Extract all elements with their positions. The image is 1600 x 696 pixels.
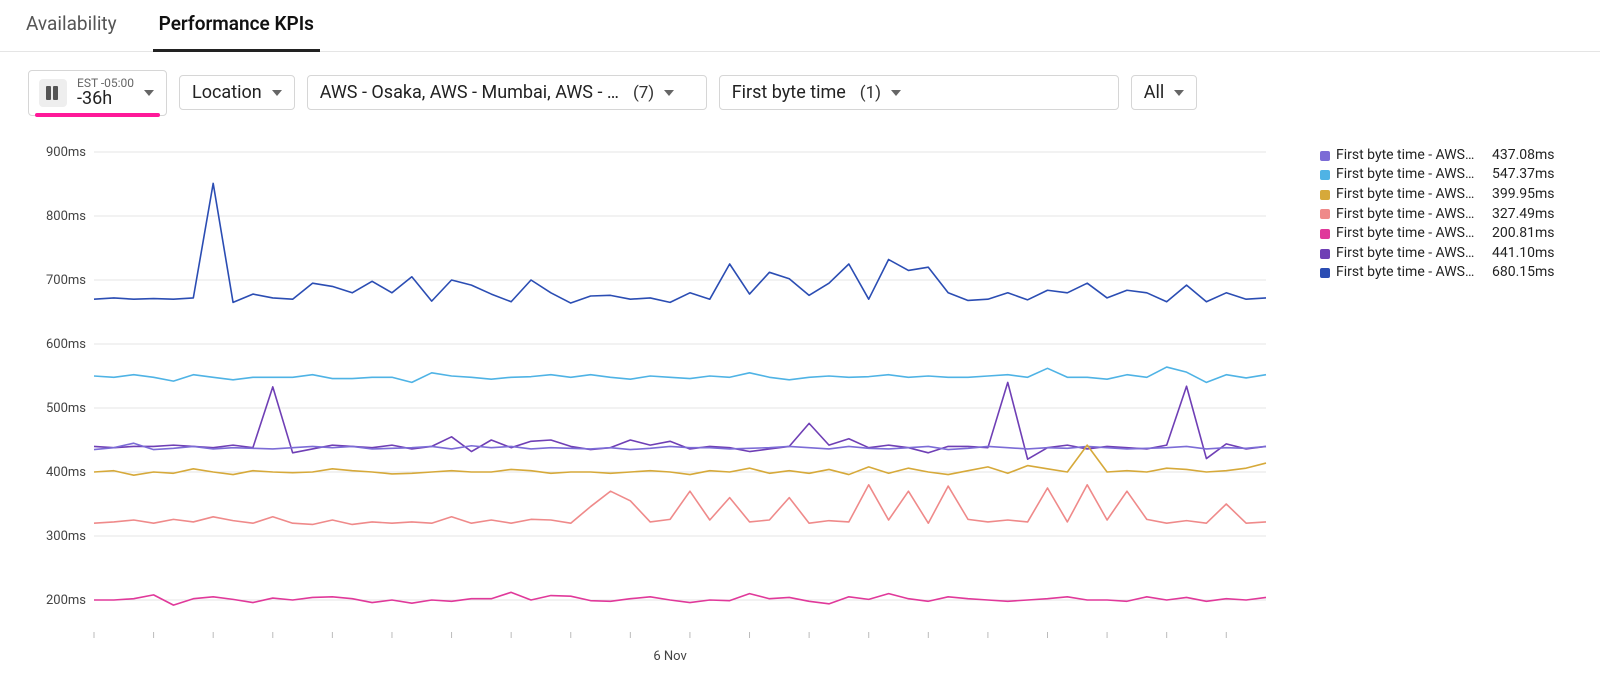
- legend-label: First byte time - AWS…: [1336, 224, 1486, 244]
- legend-swatch: [1320, 190, 1330, 200]
- legend-value: 680.15ms: [1492, 263, 1555, 283]
- chevron-down-icon: [272, 90, 282, 96]
- svg-text:6 Nov: 6 Nov: [653, 649, 687, 664]
- legend-item[interactable]: First byte time - AWS… 399.95ms: [1320, 185, 1590, 205]
- legend-swatch: [1320, 151, 1330, 161]
- time-range-selector[interactable]: EST -05:00 -36h: [28, 70, 167, 116]
- legend-swatch: [1320, 229, 1330, 239]
- legend-value: 327.49ms: [1492, 205, 1555, 225]
- columns-icon: [39, 79, 67, 107]
- legend-item[interactable]: First byte time - AWS… 200.81ms: [1320, 224, 1590, 244]
- location-value: AWS - Osaka, AWS - Mumbai, AWS - …: [320, 82, 619, 103]
- location-selector[interactable]: AWS - Osaka, AWS - Mumbai, AWS - … (7): [307, 75, 707, 110]
- legend-item[interactable]: First byte time - AWS… 327.49ms: [1320, 205, 1590, 225]
- metric-count: (1): [860, 83, 881, 103]
- scope-selector[interactable]: All: [1131, 75, 1198, 110]
- tab-availability[interactable]: Availability: [20, 0, 123, 52]
- legend-label: First byte time - AWS…: [1336, 244, 1486, 264]
- active-underline: [35, 113, 160, 117]
- tab-bar: Availability Performance KPIs: [0, 0, 1600, 52]
- legend-value: 399.95ms: [1492, 185, 1555, 205]
- controls-bar: EST -05:00 -36h Location AWS - Osaka, AW…: [0, 52, 1600, 122]
- chevron-down-icon: [891, 90, 901, 96]
- legend-label: First byte time - AWS…: [1336, 205, 1486, 225]
- legend-swatch: [1320, 170, 1330, 180]
- chart-container: 200ms 300ms 400ms 500ms 600ms 700ms 800ms 900ms…: [0, 122, 1600, 696]
- scope-value: All: [1144, 82, 1165, 103]
- legend-label: First byte time - AWS…: [1336, 165, 1486, 185]
- svg-text:400ms: 400ms: [46, 465, 86, 480]
- legend-item[interactable]: First byte time - AWS… 441.10ms: [1320, 244, 1590, 264]
- legend-item[interactable]: First byte time - AWS… 680.15ms: [1320, 263, 1590, 283]
- svg-text:300ms: 300ms: [46, 529, 86, 544]
- legend-value: 547.37ms: [1492, 165, 1555, 185]
- metric-selector[interactable]: First byte time (1): [719, 75, 1119, 110]
- svg-text:500ms: 500ms: [46, 401, 86, 416]
- svg-text:200ms: 200ms: [46, 593, 86, 608]
- legend-item[interactable]: First byte time - AWS… 547.37ms: [1320, 165, 1590, 185]
- svg-text:800ms: 800ms: [46, 209, 86, 224]
- legend-value: 200.81ms: [1492, 224, 1555, 244]
- legend: First byte time - AWS…437.08msFirst byte…: [1320, 142, 1590, 686]
- line-chart[interactable]: 200ms 300ms 400ms 500ms 600ms 700ms 800ms 900ms…: [36, 142, 1276, 682]
- svg-text:700ms: 700ms: [46, 273, 86, 288]
- legend-swatch: [1320, 268, 1330, 278]
- legend-value: 441.10ms: [1492, 244, 1555, 264]
- chevron-down-icon: [664, 90, 674, 96]
- legend-swatch: [1320, 249, 1330, 259]
- svg-text:900ms: 900ms: [46, 145, 86, 160]
- legend-label: First byte time - AWS…: [1336, 185, 1486, 205]
- legend-item[interactable]: First byte time - AWS… 437.08ms: [1320, 146, 1590, 166]
- legend-label: First byte time - AWS…: [1336, 146, 1486, 166]
- dimension-label: Location: [192, 82, 262, 103]
- legend-value: 437.08ms: [1492, 146, 1555, 166]
- svg-text:600ms: 600ms: [46, 337, 86, 352]
- legend-swatch: [1320, 209, 1330, 219]
- metric-value: First byte time: [732, 82, 846, 103]
- tab-performance-kpis[interactable]: Performance KPIs: [153, 0, 320, 52]
- dimension-selector[interactable]: Location: [179, 75, 295, 110]
- legend-label: First byte time - AWS…: [1336, 263, 1486, 283]
- chevron-down-icon: [144, 90, 154, 96]
- chevron-down-icon: [1174, 90, 1184, 96]
- time-range-value: -36h: [77, 89, 134, 109]
- location-count: (7): [633, 83, 654, 103]
